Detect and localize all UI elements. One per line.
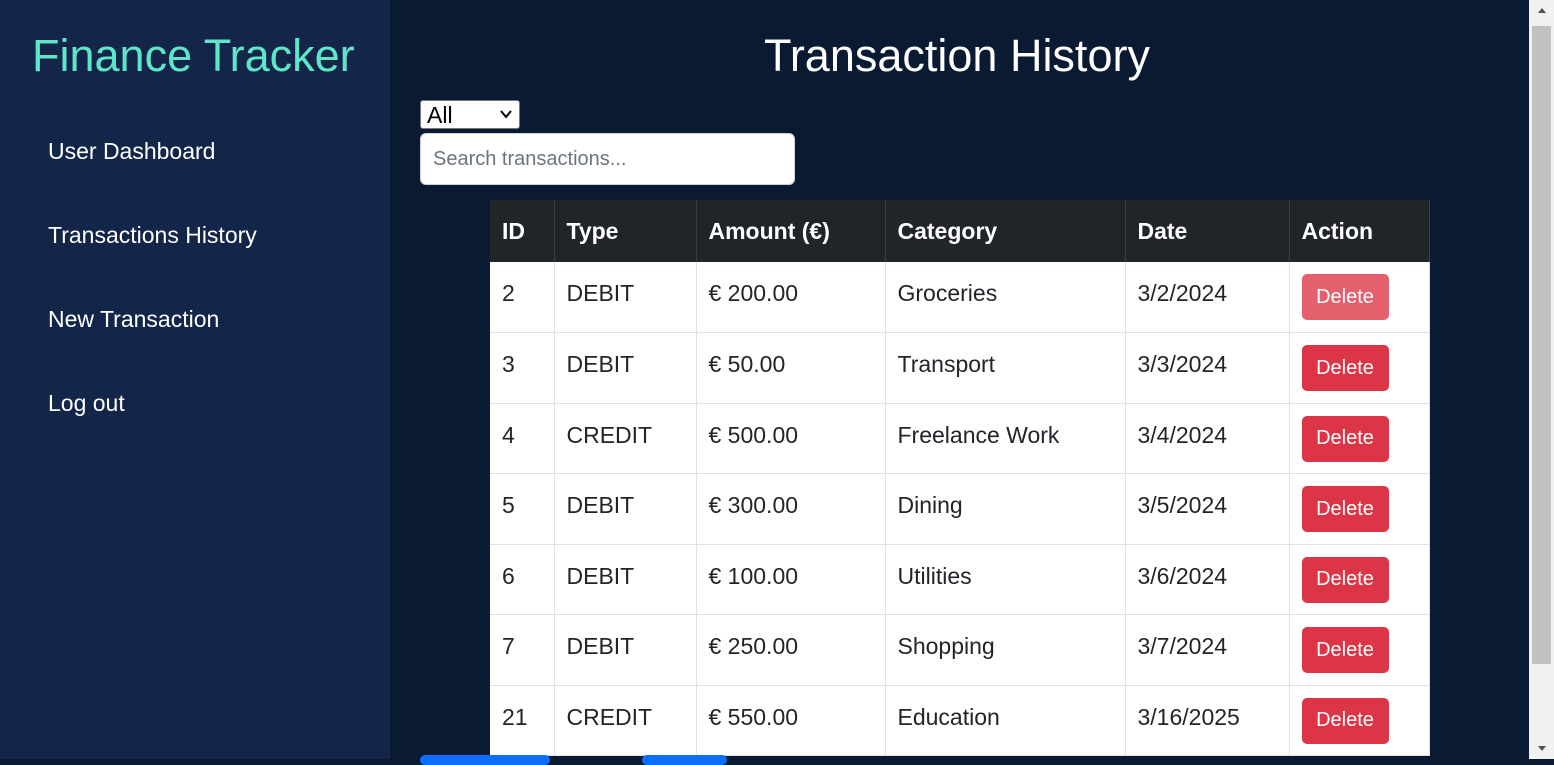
pagination-button-partial[interactable] (642, 755, 727, 765)
cell-date: 3/7/2024 (1125, 614, 1290, 686)
table-row: 6 DEBIT € 100.00 Utilities 3/6/2024 Dele… (490, 544, 1430, 615)
cell-id: 4 (490, 403, 555, 474)
cell-category: Dining (885, 473, 1126, 545)
cell-action: Delete (1289, 332, 1430, 404)
delete-button[interactable]: Delete (1301, 345, 1389, 391)
cell-type: DEBIT (554, 614, 697, 686)
sidebar-item-transactions-history[interactable]: Transactions History (48, 221, 257, 249)
cell-type: DEBIT (554, 262, 697, 333)
brand-title: Finance Tracker (32, 30, 355, 81)
table-row: 3 DEBIT € 50.00 Transport 3/3/2024 Delet… (490, 332, 1430, 404)
cell-type: CREDIT (554, 685, 697, 756)
scroll-thumb[interactable] (1532, 26, 1551, 664)
sidebar-item-user-dashboard[interactable]: User Dashboard (48, 137, 215, 165)
header-id: ID (490, 200, 555, 262)
cell-type: DEBIT (554, 544, 697, 615)
cell-amount: € 250.00 (696, 614, 886, 686)
page-title: Transaction History (764, 30, 1150, 81)
delete-button[interactable]: Delete (1301, 486, 1389, 532)
cell-amount: € 50.00 (696, 332, 886, 404)
cell-action: Delete (1289, 262, 1430, 333)
pagination-button-partial[interactable] (420, 755, 550, 765)
cell-type: DEBIT (554, 332, 697, 404)
cell-amount: € 200.00 (696, 262, 886, 333)
cell-date: 3/16/2025 (1125, 685, 1290, 756)
cell-type: CREDIT (554, 403, 697, 474)
cell-id: 6 (490, 544, 555, 615)
main-content: Transaction History All ID Type Amount (… (390, 0, 1529, 765)
table-row: 4 CREDIT € 500.00 Freelance Work 3/4/202… (490, 403, 1430, 474)
vertical-scrollbar[interactable] (1529, 0, 1554, 759)
delete-button[interactable]: Delete (1301, 556, 1389, 603)
cell-date: 3/5/2024 (1125, 473, 1290, 545)
cell-category: Transport (885, 332, 1126, 404)
cell-category: Utilities (885, 544, 1126, 615)
delete-button[interactable]: Delete (1301, 274, 1389, 320)
cell-date: 3/2/2024 (1125, 262, 1290, 333)
search-input[interactable] (420, 133, 795, 185)
delete-button[interactable]: Delete (1301, 415, 1389, 462)
cell-id: 7 (490, 614, 555, 686)
cell-amount: € 300.00 (696, 473, 886, 545)
cell-action: Delete (1289, 614, 1430, 686)
delete-button[interactable]: Delete (1301, 697, 1389, 744)
cell-id: 3 (490, 332, 555, 404)
cell-date: 3/4/2024 (1125, 403, 1290, 474)
cell-amount: € 100.00 (696, 544, 886, 615)
cell-action: Delete (1289, 403, 1430, 474)
sidebar-item-new-transaction[interactable]: New Transaction (48, 305, 219, 333)
type-filter-select[interactable]: All (420, 100, 520, 129)
header-type: Type (554, 200, 697, 262)
cell-date: 3/3/2024 (1125, 332, 1290, 404)
cell-date: 3/6/2024 (1125, 544, 1290, 615)
header-action: Action (1289, 200, 1430, 262)
cell-category: Shopping (885, 614, 1126, 686)
cell-id: 5 (490, 473, 555, 545)
table-row: 5 DEBIT € 300.00 Dining 3/5/2024 Delete (490, 473, 1430, 545)
header-category: Category (885, 200, 1126, 262)
chevron-down-icon (500, 110, 512, 119)
filter-selected-value: All (427, 102, 453, 128)
sidebar: Finance Tracker User Dashboard Transacti… (0, 0, 390, 759)
cell-action: Delete (1289, 473, 1430, 545)
scroll-up-arrow-icon[interactable] (1529, 0, 1554, 20)
sidebar-item-log-out[interactable]: Log out (48, 389, 125, 417)
cell-action: Delete (1289, 685, 1430, 756)
table-header-row: ID Type Amount (€) Category Date Action (490, 200, 1430, 262)
header-amount: Amount (€) (696, 200, 886, 262)
transactions-table: ID Type Amount (€) Category Date Action … (490, 200, 1430, 756)
scroll-down-arrow-icon[interactable] (1529, 739, 1554, 759)
table-row: 21 CREDIT € 550.00 Education 3/16/2025 D… (490, 685, 1430, 756)
cell-id: 21 (490, 685, 555, 756)
cell-id: 2 (490, 262, 555, 333)
header-date: Date (1125, 200, 1290, 262)
cell-category: Education (885, 685, 1126, 756)
cell-amount: € 550.00 (696, 685, 886, 756)
table-row: 2 DEBIT € 200.00 Groceries 3/2/2024 Dele… (490, 262, 1430, 333)
delete-button[interactable]: Delete (1301, 627, 1389, 673)
cell-type: DEBIT (554, 473, 697, 545)
cell-category: Groceries (885, 262, 1126, 333)
cell-action: Delete (1289, 544, 1430, 615)
table-row: 7 DEBIT € 250.00 Shopping 3/7/2024 Delet… (490, 614, 1430, 686)
cell-amount: € 500.00 (696, 403, 886, 474)
cell-category: Freelance Work (885, 403, 1126, 474)
